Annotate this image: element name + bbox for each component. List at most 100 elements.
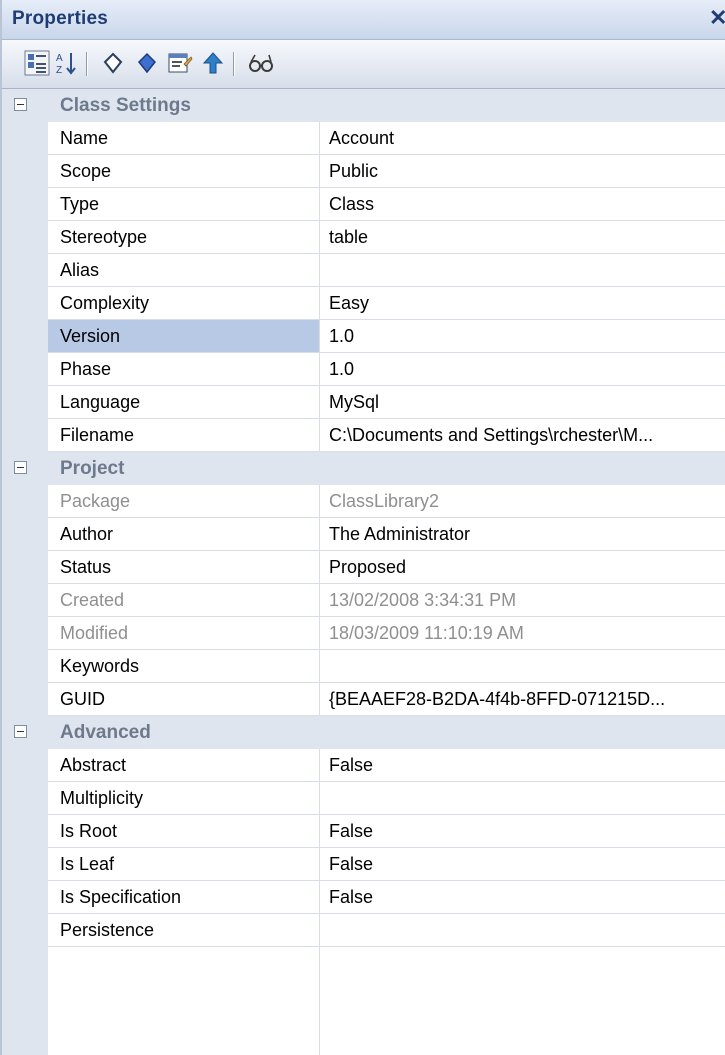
tag-outline-icon <box>103 52 123 74</box>
property-row-type[interactable]: Type Class <box>2 188 725 221</box>
category-label: Advanced <box>60 722 151 743</box>
property-row-stereotype[interactable]: Stereotype table <box>2 221 725 254</box>
sort-alpha-icon: A Z <box>56 53 76 76</box>
property-row-filename[interactable]: Filename C:\Documents and Settings\rches… <box>2 419 725 452</box>
collapse-icon[interactable] <box>14 461 27 474</box>
property-value[interactable]: C:\Documents and Settings\rchester\M... <box>320 419 725 452</box>
svg-text:A: A <box>56 53 63 64</box>
close-icon[interactable]: ✕ <box>709 5 725 31</box>
property-value[interactable] <box>320 650 725 683</box>
property-row-multiplicity[interactable]: Multiplicity <box>2 782 725 815</box>
categorized-button[interactable] <box>22 48 52 78</box>
property-row-is-specification[interactable]: Is Specification False <box>2 881 725 914</box>
property-value[interactable]: False <box>320 815 725 848</box>
property-row-package[interactable]: Package ClassLibrary2 <box>2 485 725 518</box>
up-arrow-icon <box>202 52 224 74</box>
property-row-version[interactable]: Version 1.0 <box>2 320 725 353</box>
property-value[interactable]: Easy <box>320 287 725 320</box>
property-row-is-leaf[interactable]: Is Leaf False <box>2 848 725 881</box>
category-class-settings: Class Settings <box>2 89 725 122</box>
property-name: Multiplicity <box>48 782 319 815</box>
property-value[interactable] <box>320 254 725 287</box>
property-row-created[interactable]: Created 13/02/2008 3:34:31 PM <box>2 584 725 617</box>
property-value[interactable] <box>320 914 725 947</box>
property-name: Modified <box>48 617 319 650</box>
property-row-persistence[interactable]: Persistence <box>2 914 725 947</box>
alphabetical-button[interactable]: A Z <box>52 48 82 78</box>
property-value[interactable]: Proposed <box>320 551 725 584</box>
property-name: Package <box>48 485 319 518</box>
panel-title: Properties <box>12 8 108 29</box>
property-value[interactable]: False <box>320 881 725 914</box>
property-name: Is Leaf <box>48 848 319 881</box>
property-name: Persistence <box>48 914 319 947</box>
property-row-is-root[interactable]: Is Root False <box>2 815 725 848</box>
property-value[interactable]: The Administrator <box>320 518 725 551</box>
property-grid: Class Settings Name Account Scope Public… <box>2 89 725 1055</box>
property-name: Author <box>48 518 319 551</box>
property-name: Complexity <box>48 287 319 320</box>
property-name: Type <box>48 188 319 221</box>
property-row-status[interactable]: Status Proposed <box>2 551 725 584</box>
property-pages-icon <box>168 53 193 73</box>
tag-outline-button[interactable] <box>98 48 128 78</box>
property-value[interactable]: 1.0 <box>320 353 725 386</box>
property-row-name[interactable]: Name Account <box>2 122 725 155</box>
category-advanced: Advanced <box>2 716 725 749</box>
tag-filled-icon <box>137 52 157 74</box>
toolbar: A Z <box>2 40 725 89</box>
collapse-icon[interactable] <box>14 98 27 111</box>
property-value[interactable]: Account <box>320 122 725 155</box>
property-value: 13/02/2008 3:34:31 PM <box>320 584 725 617</box>
property-row-scope[interactable]: Scope Public <box>2 155 725 188</box>
property-name: Name <box>48 122 319 155</box>
property-row-modified[interactable]: Modified 18/03/2009 11:10:19 AM <box>2 617 725 650</box>
property-value: 18/03/2009 11:10:19 AM <box>320 617 725 650</box>
property-row-author[interactable]: Author The Administrator <box>2 518 725 551</box>
properties-panel: Properties ✕ A Z Class Settings Name Acc… <box>0 0 725 1055</box>
categorized-icon <box>24 50 50 76</box>
property-value[interactable]: MySql <box>320 386 725 419</box>
property-name: Stereotype <box>48 221 319 254</box>
property-name: Keywords <box>48 650 319 683</box>
property-value[interactable]: False <box>320 848 725 881</box>
property-name: Scope <box>48 155 319 188</box>
property-name: Is Specification <box>48 881 319 914</box>
property-value[interactable]: Public <box>320 155 725 188</box>
property-name: Filename <box>48 419 319 452</box>
property-row-keywords[interactable]: Keywords <box>2 650 725 683</box>
property-row-abstract[interactable]: Abstract False <box>2 749 725 782</box>
property-name: Language <box>48 386 319 419</box>
property-name: Alias <box>48 254 319 287</box>
category-label: Class Settings <box>60 95 191 116</box>
up-button[interactable] <box>198 48 228 78</box>
property-value: ClassLibrary2 <box>320 485 725 518</box>
property-value[interactable]: Class <box>320 188 725 221</box>
property-name: Created <box>48 584 319 617</box>
property-value[interactable]: table <box>320 221 725 254</box>
property-value[interactable] <box>320 782 725 815</box>
property-row-guid[interactable]: GUID {BEAAEF28-B2DA-4f4b-8FFD-071215D... <box>2 683 725 716</box>
category-label: Project <box>60 458 125 479</box>
find-button[interactable] <box>246 48 276 78</box>
property-name: Abstract <box>48 749 319 782</box>
property-row-language[interactable]: Language MySql <box>2 386 725 419</box>
property-name: Status <box>48 551 319 584</box>
property-name: Version <box>48 320 319 353</box>
property-row-phase[interactable]: Phase 1.0 <box>2 353 725 386</box>
property-name: Phase <box>48 353 319 386</box>
property-row-complexity[interactable]: Complexity Easy <box>2 287 725 320</box>
property-pages-button[interactable] <box>165 48 195 78</box>
glasses-icon <box>249 54 273 72</box>
category-project: Project <box>2 452 725 485</box>
property-value[interactable]: {BEAAEF28-B2DA-4f4b-8FFD-071215D... <box>320 683 725 716</box>
svg-text:Z: Z <box>56 65 62 76</box>
property-name: GUID <box>48 683 319 716</box>
collapse-icon[interactable] <box>14 725 27 738</box>
property-name: Is Root <box>48 815 319 848</box>
title-bar: Properties ✕ <box>2 0 725 40</box>
tag-filled-button[interactable] <box>132 48 162 78</box>
property-value[interactable]: False <box>320 749 725 782</box>
property-row-alias[interactable]: Alias <box>2 254 725 287</box>
property-value[interactable]: 1.0 <box>320 320 725 353</box>
